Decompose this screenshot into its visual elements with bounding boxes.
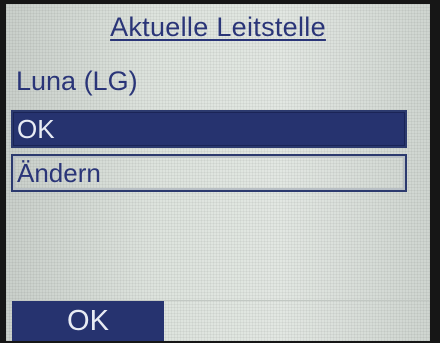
menu-item-change[interactable]: Ändern bbox=[11, 154, 407, 192]
menu-item-ok[interactable]: OK bbox=[11, 110, 407, 148]
device-frame: Aktuelle Leitstelle Luna (LG) OK Ändern … bbox=[0, 0, 440, 343]
screen-title: Aktuelle Leitstelle bbox=[110, 12, 326, 42]
menu-item-label: OK bbox=[17, 114, 55, 144]
left-softkey-button[interactable]: OK bbox=[12, 301, 164, 341]
current-dispatch-center: Luna (LG) bbox=[16, 66, 138, 96]
softkey-bar: OK bbox=[6, 301, 430, 341]
lcd-screen: Aktuelle Leitstelle Luna (LG) OK Ändern … bbox=[6, 4, 430, 341]
menu-item-label: Ändern bbox=[17, 158, 101, 188]
